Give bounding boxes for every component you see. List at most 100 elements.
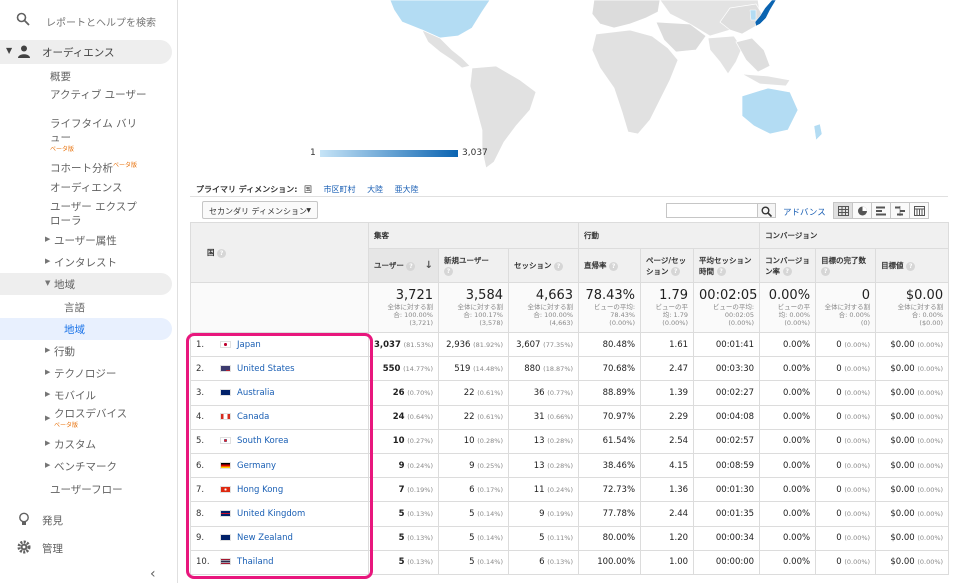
help-icon[interactable]: ? (906, 261, 916, 271)
table-row[interactable]: 1. Japan 3,037 (81.53%) 2,936 (81.92%) 3,607… (190, 331, 950, 358)
help-icon[interactable]: ? (609, 261, 619, 271)
sidebar-item-audiences[interactable]: オーディエンス (50, 181, 123, 195)
cell-value: 10 (463, 436, 475, 447)
sidebar-item-geo[interactable]: ▼ 地域 (0, 273, 172, 295)
table-row[interactable]: 4. Canada 24 (0.64%) 22 (0.61%) 31 (0.66%) 70… (190, 404, 950, 430)
dimension-link-continent[interactable]: 大陸 (367, 185, 383, 194)
total-cell: 0 全体に対する割 合: 0.00% (0) (815, 282, 877, 333)
country-cell: 2. United States (190, 356, 369, 382)
sidebar-item-lifetime-value[interactable]: ライフタイム バリ ュー ベータ版 (50, 117, 137, 157)
sidebar-item-cohort[interactable]: コホート分析ベータ版 (50, 159, 137, 176)
sidebar-item-technology[interactable]: ▶ テクノロジー (0, 362, 172, 384)
conversion-rate-cell: 0.00% (759, 331, 817, 358)
help-icon[interactable]: ? (554, 261, 564, 271)
sidebar-item-language[interactable]: 言語 (0, 296, 172, 318)
help-icon[interactable]: ? (217, 248, 227, 258)
header-label: 新規ユーザー (444, 256, 489, 266)
cell-percent: (0.19%) (407, 485, 433, 494)
cell-percent: (0.00%) (917, 413, 944, 422)
sidebar-item-mobile[interactable]: ▶ モバイル (0, 384, 172, 406)
table-row[interactable]: 2. United States 550 (14.77%) 519 (14.48%) 8… (190, 356, 950, 382)
users-column-header[interactable]: ユーザー ? ↓ (368, 248, 439, 283)
country-column-header[interactable]: 国 ? (190, 222, 369, 283)
dimension-link-city[interactable]: 市区町村 (324, 185, 356, 194)
help-icon[interactable]: ? (406, 261, 416, 271)
sidebar-item-demographics[interactable]: ▶ ユーザー属性 (0, 229, 172, 251)
goal-value-column-header[interactable]: 目標値 ? (875, 248, 950, 283)
table-row[interactable]: 10. Thailand 5 (0.13%) 5 (0.14%) 6 (0.13%) 10… (190, 549, 950, 575)
goal-value-cell: $0.00 (0.00%) (875, 331, 950, 358)
avg-session-duration-cell: 00:02:27 (693, 380, 761, 406)
help-icon[interactable]: ? (782, 267, 792, 276)
help-icon[interactable]: ? (671, 267, 681, 276)
country-link[interactable]: South Korea (237, 436, 289, 446)
country-link[interactable]: United Kingdom (237, 509, 305, 519)
advanced-filter-link[interactable]: アドバンス (783, 206, 826, 218)
sidebar-item-benchmark[interactable]: ▶ ベンチマーク (0, 455, 172, 477)
legend-max: 3,037 (462, 148, 488, 158)
pie-view-button[interactable] (852, 202, 872, 219)
table-row[interactable]: 7. Hong Kong 7 (0.19%) 6 (0.17%) 11 (0.24%) 7… (190, 477, 950, 503)
table-row[interactable]: 3. Australia 26 (0.70%) 22 (0.61%) 36 (0.77%… (190, 380, 950, 406)
country-link[interactable]: Japan (237, 340, 261, 350)
help-icon[interactable]: ? (444, 266, 453, 276)
performance-view-button[interactable] (871, 202, 891, 219)
new-users-cell: 519 (14.48%) (438, 356, 509, 382)
bounce-rate-column-header[interactable]: 直帰率 ? (578, 248, 642, 283)
sidebar-item-custom[interactable]: ▶ カスタム (0, 433, 172, 455)
cell-value: 11 (533, 484, 545, 495)
cell-percent: (0.28%) (547, 437, 574, 446)
help-icon[interactable]: ? (716, 267, 726, 276)
table-row[interactable]: 9. New Zealand 5 (0.13%) 5 (0.14%) 5 (0.11%)… (190, 525, 950, 551)
pages-per-session-column-header[interactable]: ページ/セッション ? (640, 248, 695, 283)
table-search-button[interactable] (758, 203, 776, 218)
dimension-link-subcontinent[interactable]: 亜大陸 (395, 185, 419, 194)
comparison-view-button[interactable] (890, 202, 910, 219)
sidebar-item-overview[interactable]: 概要 (50, 70, 71, 84)
sidebar-item-user-explorer[interactable]: ユーザー エクスプ ローラ (50, 200, 137, 228)
new-users-column-header[interactable]: 新規ユーザー? (438, 248, 509, 283)
country-link[interactable]: Thailand (237, 557, 274, 567)
total-value: 78.43% (585, 288, 636, 303)
secondary-dimension-dropdown[interactable]: セカンダリ ディメンション ▼ (202, 201, 318, 219)
rank: 4. (196, 412, 205, 423)
country-link[interactable]: Canada (237, 412, 269, 422)
new-users-cell: 5 (0.14%) (438, 549, 509, 575)
sidebar-item-user-flow[interactable]: ユーザーフロー (0, 478, 172, 500)
goal-completions-cell: 0 (0.00%) (815, 501, 877, 527)
country-link[interactable]: United States (237, 364, 295, 374)
help-icon[interactable]: ? (821, 266, 831, 276)
sidebar-item-interests[interactable]: ▶ インタレスト (0, 251, 172, 273)
cell-percent: (81.53%) (403, 340, 434, 349)
avg-session-duration-column-header[interactable]: 平均セッション時間 ? (693, 248, 761, 283)
cell-percent: (14.48%) (473, 364, 503, 373)
sidebar-search[interactable]: レポートとヘルプを検索 (0, 8, 178, 34)
country-link[interactable]: Germany (237, 461, 276, 471)
sidebar-item-location[interactable]: 地域 (0, 318, 172, 340)
table-row[interactable]: 6. Germany 9 (0.24%) 9 (0.25%) 13 (0.28%) 38.… (190, 452, 950, 479)
sort-down-icon[interactable]: ↓ (425, 260, 433, 271)
table-row[interactable]: 8. United Kingdom 5 (0.13%) 5 (0.14%) 9 (0.1… (190, 501, 950, 527)
conversion-rate-column-header[interactable]: コンバージョン率 ? (759, 248, 817, 283)
goal-completions-column-header[interactable]: 目標の完了数? (815, 248, 877, 283)
sidebar-item-discover[interactable]: 発見 (0, 509, 178, 531)
avg-session-duration-cell: 00:08:59 (693, 452, 761, 479)
sidebar-item-admin[interactable]: 管理 (0, 537, 178, 559)
country-link[interactable]: Hong Kong (237, 485, 283, 495)
collapse-sidebar-icon[interactable]: ‹ (150, 566, 156, 582)
pages-per-session-cell: 1.36 (640, 477, 695, 503)
cell-percent: (81.92%) (473, 340, 503, 349)
sidebar-item-behavior[interactable]: ▶ 行動 (0, 340, 172, 362)
sidebar-item-active-users[interactable]: アクティブ ユーザー (50, 88, 146, 102)
sidebar-item-cross-device[interactable]: ▶ クロスデバイス ベータ版 (0, 404, 172, 432)
country-link[interactable]: Australia (237, 388, 275, 398)
table-search-input[interactable] (666, 203, 758, 218)
table-view-button[interactable] (833, 202, 853, 219)
sidebar-item-audience[interactable]: ▼ オーディエンス (0, 40, 172, 64)
table-row[interactable]: 5. South Korea 10 (0.27%) 10 (0.28%) 13 (0.2… (190, 428, 950, 454)
cell-value: 26 (392, 387, 405, 398)
pivot-view-button[interactable] (909, 202, 929, 219)
goal-value-cell: $0.00 (0.00%) (875, 549, 950, 575)
country-link[interactable]: New Zealand (237, 533, 293, 543)
sessions-column-header[interactable]: セッション ? (507, 248, 580, 283)
